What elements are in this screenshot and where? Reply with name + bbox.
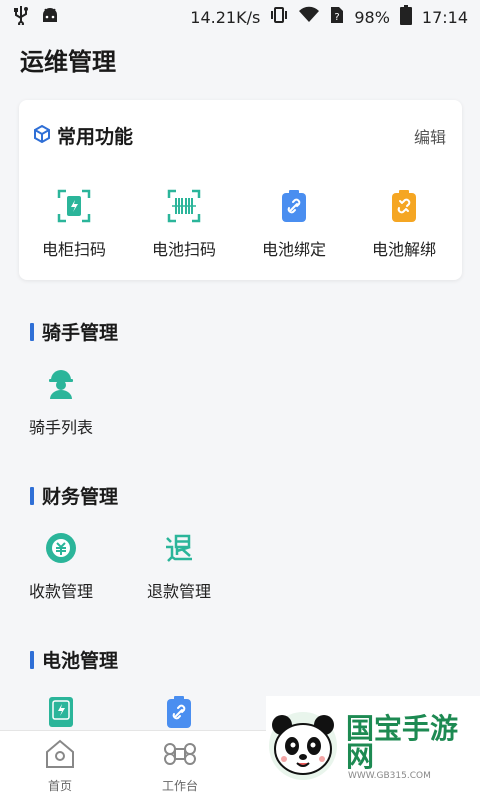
cube-icon	[33, 124, 51, 147]
battery-tool-1[interactable]	[11, 694, 111, 730]
panda-logo-icon	[266, 709, 340, 787]
item-label: 电池扫码	[151, 240, 216, 259]
section-title: 电池管理	[42, 650, 119, 672]
home-icon	[44, 739, 76, 773]
section-bar	[30, 322, 34, 341]
watermark-text: 国宝手游网	[346, 712, 459, 773]
tab-home[interactable]: 首页	[0, 731, 120, 801]
cabinet-scan-icon	[56, 188, 92, 224]
network-speed: 14.21K/s	[190, 7, 261, 27]
item-label: 电池绑定	[261, 240, 326, 259]
tab-label: 工作台	[161, 779, 198, 793]
card-header: 常用功能	[33, 122, 133, 149]
tab-label: 首页	[47, 779, 72, 793]
tab-workbench[interactable]: 工作台	[120, 731, 240, 801]
section-rider: 骑手管理	[30, 318, 118, 345]
usb-icon	[12, 5, 30, 29]
edit-button[interactable]: 编辑	[414, 124, 446, 148]
barcode-scan-icon	[166, 188, 202, 224]
card-title: 常用功能	[57, 126, 134, 148]
section-bar	[30, 486, 34, 505]
watermark: 国宝手游网 WWW.GB315.COM	[266, 696, 480, 800]
battery-icon	[399, 5, 412, 29]
cabinet-scan-button[interactable]: 电柜扫码	[19, 188, 129, 260]
battery-percent: 98%	[354, 7, 390, 27]
battery-unbind-icon	[386, 188, 422, 224]
svg-text:?: ?	[335, 12, 340, 23]
refund-icon	[161, 530, 197, 566]
section-bar	[30, 650, 34, 669]
status-bar: 14.21K/s ? 98% 17:14	[0, 0, 480, 34]
payment-management-button[interactable]: 收款管理	[11, 530, 111, 602]
section-battery: 电池管理	[30, 646, 118, 673]
sim-icon: ?	[330, 6, 344, 28]
battery-tool-2[interactable]	[129, 694, 229, 730]
refund-management-button[interactable]: 退款管理	[129, 530, 229, 602]
battery-cabinet-icon	[43, 694, 79, 730]
item-label: 收款管理	[28, 582, 93, 601]
item-label: 骑手列表	[28, 418, 93, 437]
vibrate-icon	[270, 5, 288, 29]
item-label: 退款管理	[146, 582, 211, 601]
section-finance: 财务管理	[30, 482, 118, 509]
item-label: 电池解绑	[371, 240, 436, 259]
battery-unbind-button[interactable]: 电池解绑	[349, 188, 459, 260]
clock: 17:14	[421, 7, 468, 27]
item-label: 电柜扫码	[41, 240, 106, 259]
battery-bind-icon	[276, 188, 312, 224]
android-icon	[40, 6, 60, 28]
battery-scan-button[interactable]: 电池扫码	[129, 188, 239, 260]
rider-icon	[43, 366, 79, 402]
battery-bind-icon	[161, 694, 197, 730]
page-title: 运维管理	[20, 48, 116, 76]
section-title: 骑手管理	[42, 322, 119, 344]
rider-list-button[interactable]: 骑手列表	[11, 366, 111, 438]
command-icon	[164, 739, 196, 773]
watermark-url: WWW.GB315.COM	[348, 771, 431, 781]
watermark-text-group: 国宝手游网 WWW.GB315.COM	[340, 712, 480, 782]
wifi-icon	[298, 6, 320, 28]
common-functions-card: 常用功能 编辑 电柜扫码 电池扫码 电池绑定 电池解绑	[19, 100, 462, 280]
payment-icon	[43, 530, 79, 566]
common-functions-grid: 电柜扫码 电池扫码 电池绑定 电池解绑	[19, 188, 462, 260]
battery-bind-button[interactable]: 电池绑定	[239, 188, 349, 260]
section-title: 财务管理	[42, 486, 119, 508]
